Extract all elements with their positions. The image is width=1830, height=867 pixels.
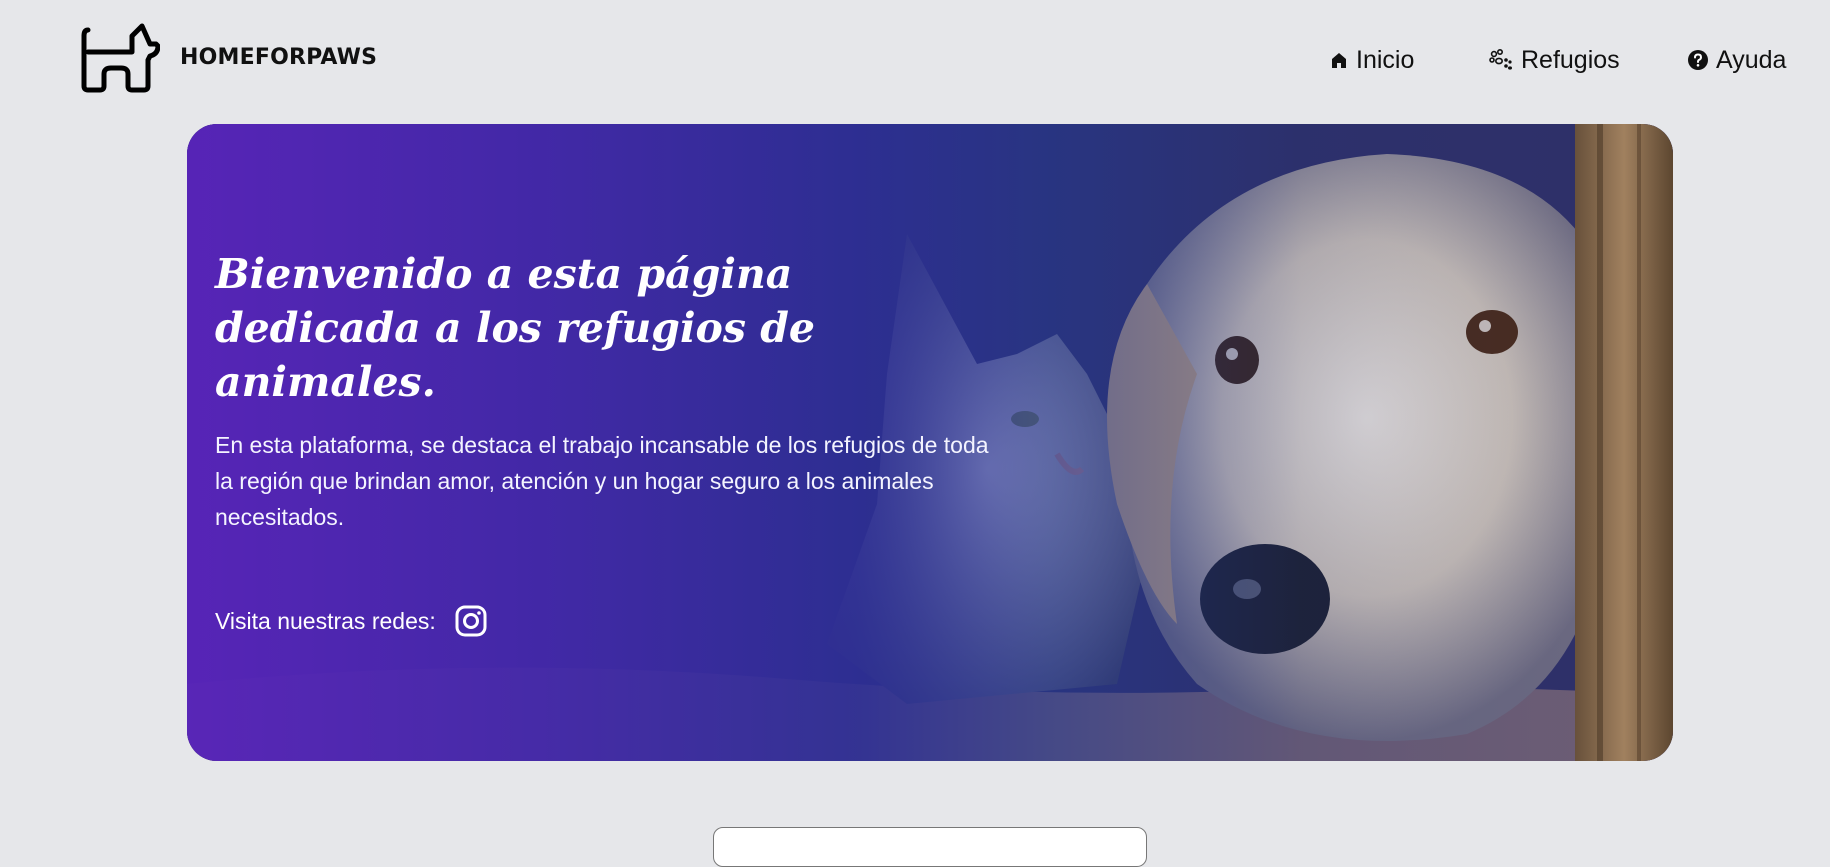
- social-label: Visita nuestras redes:: [215, 607, 436, 634]
- paw-icon: [1489, 49, 1512, 70]
- nav-item-ayuda[interactable]: Ayuda: [1688, 44, 1786, 76]
- nav-item-refugios[interactable]: Refugios: [1489, 44, 1620, 76]
- home-icon: [1332, 53, 1346, 68]
- hero-title: Bienvenido a esta página dedicada a los …: [215, 250, 815, 406]
- hero-banner: Bienvenido a esta página dedicada a los …: [187, 124, 1673, 761]
- nav-label-inicio: Inicio: [1356, 45, 1415, 74]
- help-circle-icon: [1688, 50, 1708, 70]
- dog-icon[interactable]: [78, 22, 160, 94]
- section-card-top: [713, 827, 1147, 867]
- nav-label-refugios: Refugios: [1521, 45, 1620, 74]
- hero-description: En esta plataforma, se destaca el trabaj…: [215, 432, 989, 530]
- social-links: Visita nuestras redes:: [215, 604, 488, 638]
- site-header: HOMEFORPAWS Inicio Refugios Ayuda: [0, 0, 1830, 120]
- instagram-icon[interactable]: [454, 604, 488, 638]
- nav-item-inicio[interactable]: Inicio: [1330, 44, 1414, 76]
- nav-label-ayuda: Ayuda: [1716, 45, 1787, 74]
- brand-name[interactable]: HOMEFORPAWS: [180, 45, 377, 70]
